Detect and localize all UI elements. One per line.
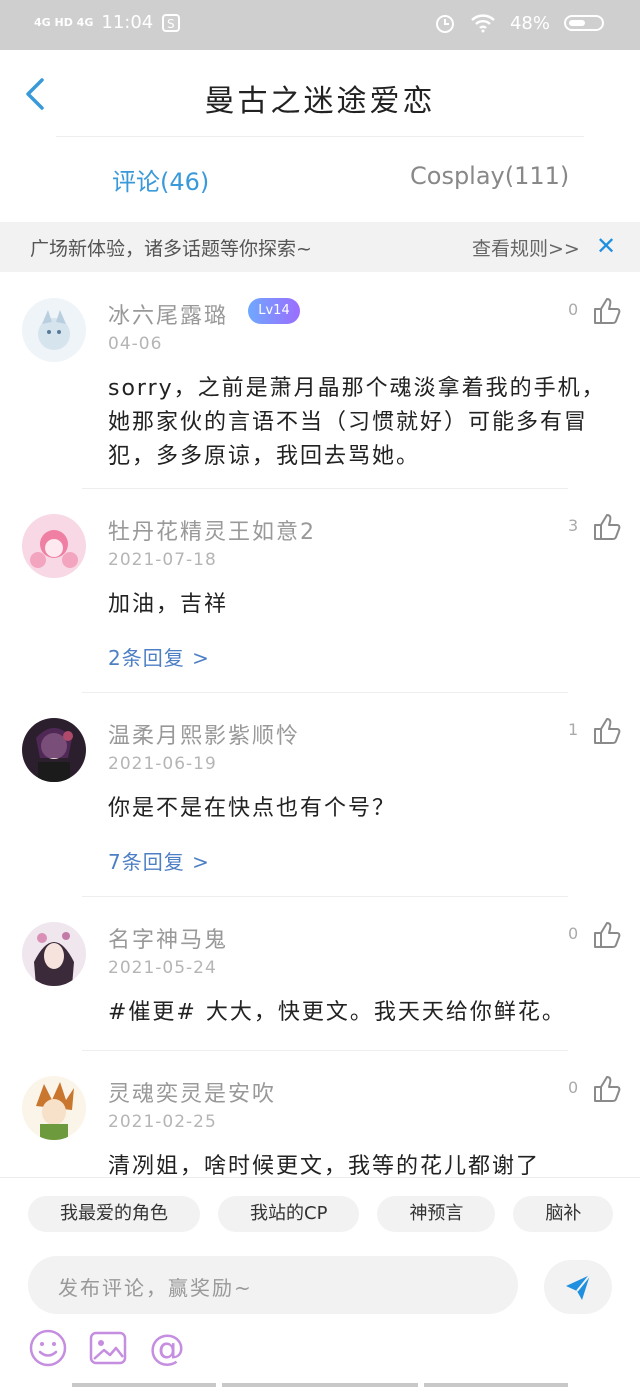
comment-composer: 我最爱的角色 我站的CP 神预言 脑补 发布评论，赢奖励~ @ (0, 1177, 640, 1387)
thumbs-up-icon[interactable] (592, 716, 622, 746)
comment-date: 04-06 (108, 334, 163, 354)
thumbs-up-icon[interactable] (592, 512, 622, 542)
close-icon[interactable]: ✕ (596, 234, 616, 258)
username[interactable]: 灵魂奕灵是安吹 (108, 1076, 276, 1108)
comment-input[interactable]: 发布评论，赢奖励~ (28, 1256, 518, 1314)
view-rules-link[interactable]: 查看规则>> (472, 234, 580, 261)
alarm-icon (435, 15, 454, 33)
page-title: 曼古之迷途爱恋 (204, 84, 436, 119)
tab-comments[interactable]: 评论(46) (112, 162, 209, 197)
comment-divider (82, 1050, 568, 1051)
thumbs-up-icon[interactable] (592, 296, 622, 326)
nav-hint (0, 1383, 640, 1387)
comment-text: #催更# 大大，快更文。我天天给你鲜花。 (108, 1000, 566, 1025)
thumbs-up-icon[interactable] (592, 1074, 622, 1104)
username[interactable]: 冰六尾露璐 (108, 298, 228, 330)
notice-text: 广场新体验，诸多话题等你探索~ (30, 238, 312, 260)
tab-bar: 评论(46) Cosplay(111) (0, 140, 640, 220)
status-bar: 4G HD 4G 11:04 S 48% (0, 0, 640, 50)
topic-chip[interactable]: 脑补 (513, 1196, 614, 1232)
like-count: 0 (568, 1078, 579, 1097)
comment-date: 2021-06-19 (108, 754, 217, 774)
clock: 11:04 (101, 12, 154, 33)
comment-date: 2021-05-24 (108, 958, 217, 978)
comment-date: 2021-02-25 (108, 1112, 217, 1132)
like-count: 0 (568, 924, 579, 943)
network-indicator: 4G HD 4G (34, 16, 94, 29)
replies-link[interactable]: 2条回复 > (108, 642, 210, 671)
like-count: 0 (568, 300, 579, 319)
level-badge: Lv14 (248, 298, 300, 324)
comment-divider (82, 896, 568, 897)
avatar[interactable] (22, 514, 86, 578)
thumbs-up-icon[interactable] (592, 920, 622, 950)
avatar[interactable] (22, 298, 86, 362)
replies-link[interactable]: 7条回复 > (108, 846, 210, 875)
wifi-icon (471, 14, 495, 33)
comment-divider (82, 488, 568, 489)
comment-divider (82, 692, 568, 693)
topic-chip[interactable]: 我站的CP (218, 1196, 360, 1232)
send-button[interactable] (544, 1260, 612, 1314)
username[interactable]: 牡丹花精灵王如意2 (108, 514, 316, 546)
username[interactable]: 名字神马鬼 (108, 922, 228, 954)
composer-tools: @ (28, 1328, 188, 1368)
avatar[interactable] (22, 922, 86, 986)
topic-chip[interactable]: 我最爱的角色 (28, 1196, 200, 1232)
svg-text:S: S (167, 17, 175, 31)
battery-percent: 48% (509, 12, 550, 34)
tab-cosplay[interactable]: Cosplay(111) (410, 162, 569, 190)
comment-list: 冰六尾露璐 Lv14 04-06 0 sorry，之前是萧月晶那个魂淡拿着我的手… (0, 272, 640, 1177)
comment-text: 你是不是在快点也有个号？ (108, 796, 397, 821)
username[interactable]: 温柔月熙影紫顺怜 (108, 718, 300, 750)
topic-chips: 我最爱的角色 我站的CP 神预言 脑补 (28, 1196, 640, 1236)
comment-text: 加油，吉祥 (108, 592, 229, 617)
comment-date: 2021-07-18 (108, 550, 217, 570)
like-count: 1 (568, 720, 579, 739)
comment-text: 清冽姐，啥时候更文，我等的花儿都谢了 (108, 1154, 541, 1177)
battery-icon (564, 15, 604, 31)
header: 曼古之迷途爱恋 (0, 50, 640, 138)
topic-chip[interactable]: 神预言 (377, 1196, 496, 1232)
avatar[interactable] (22, 1076, 86, 1140)
notification-icon: S (162, 13, 181, 32)
like-count: 3 (568, 516, 579, 535)
avatar[interactable] (22, 718, 86, 782)
send-icon (566, 1274, 591, 1300)
emoji-icon[interactable] (28, 1328, 68, 1368)
svg-text:@: @ (149, 1328, 185, 1368)
header-divider (56, 136, 584, 137)
comment-input-placeholder: 发布评论，赢奖励~ (58, 1276, 253, 1300)
image-icon[interactable] (88, 1328, 128, 1368)
mention-icon[interactable]: @ (148, 1328, 188, 1368)
notice-banner: 广场新体验，诸多话题等你探索~ 查看规则>> ✕ (0, 222, 640, 272)
comment-text: sorry，之前是萧月晶那个魂淡拿着我的手机，她那家伙的言语不当（习惯就好）可能… (108, 376, 606, 469)
